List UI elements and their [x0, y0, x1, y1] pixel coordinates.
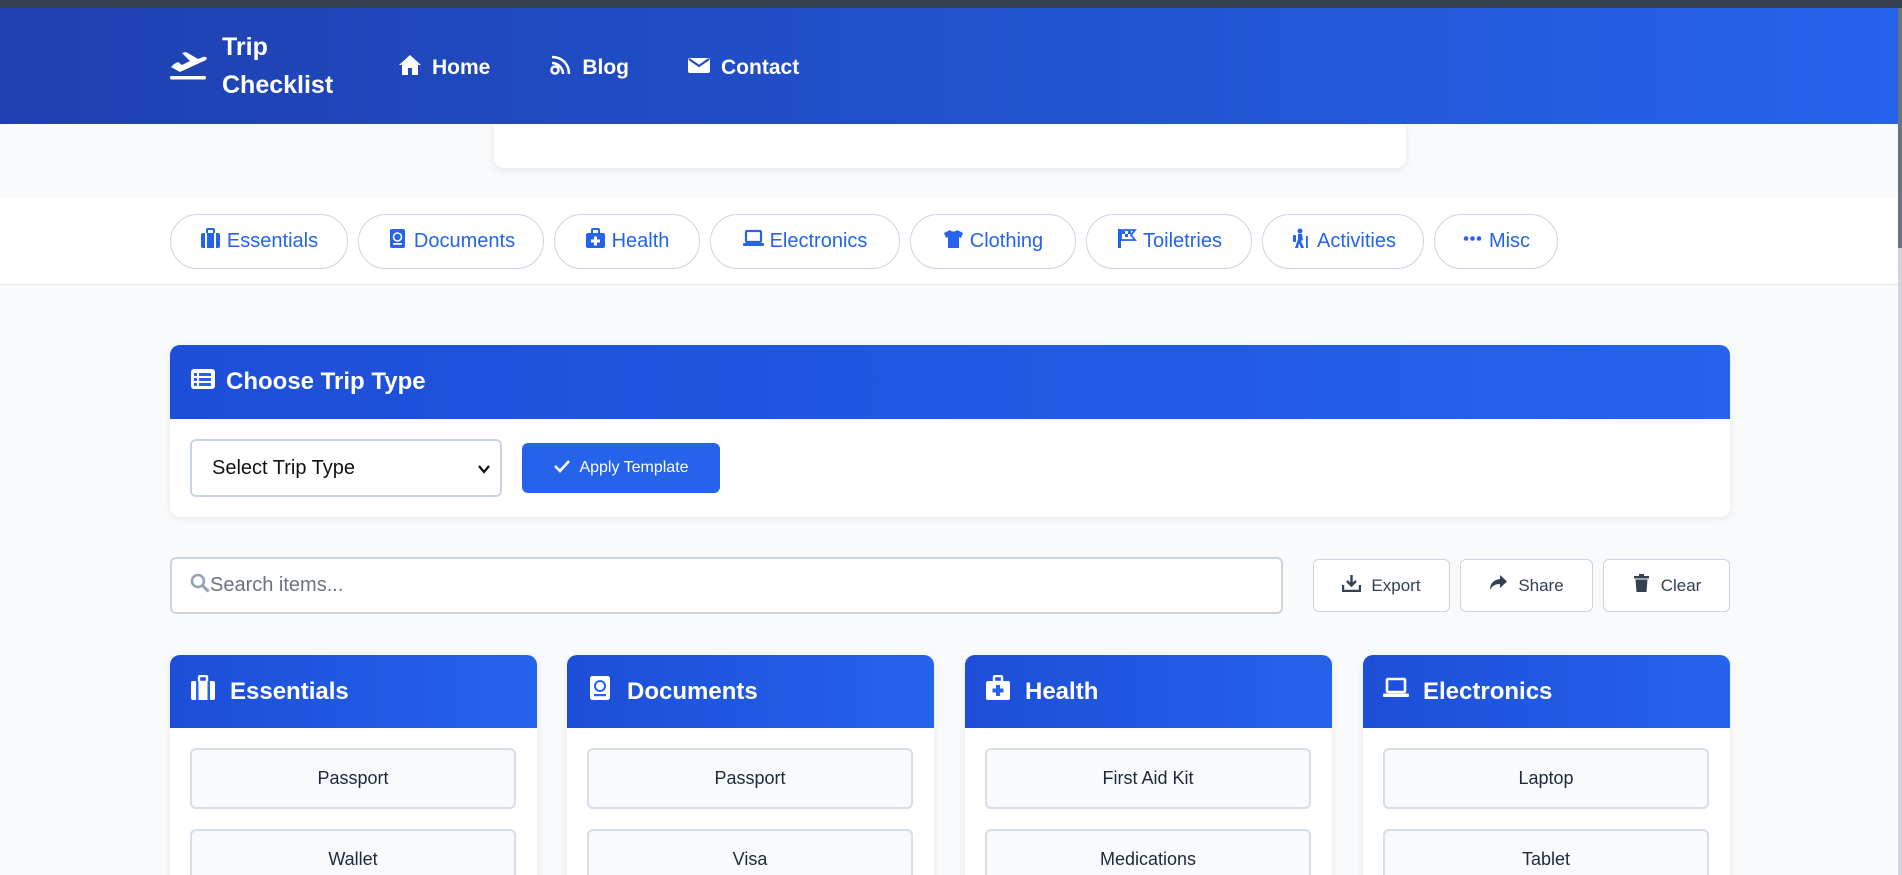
shirt-icon	[943, 228, 970, 255]
category-card-header: Electronics	[1363, 655, 1730, 728]
category-pill-activities[interactable]: Activities	[1262, 214, 1424, 269]
checklist-item[interactable]: First Aid Kit	[985, 748, 1311, 809]
browser-top-strip	[0, 0, 1902, 8]
category-filter-bar: Essentials Documents Health Electronics …	[0, 198, 1898, 285]
checklist-item[interactable]: Visa	[587, 829, 913, 875]
category-card-title: Essentials	[230, 677, 349, 705]
checklist-item[interactable]: Passport	[587, 748, 913, 809]
trip-type-title: Choose Trip Type	[226, 368, 426, 395]
category-pill-label: Essentials	[226, 230, 319, 252]
category-pill-electronics[interactable]: Electronics	[710, 214, 900, 269]
download-icon	[1342, 574, 1371, 597]
category-pill-documents[interactable]: Documents	[358, 214, 544, 269]
category-card-documents: Documents Passport Visa	[567, 655, 934, 875]
category-pill-health[interactable]: Health	[554, 214, 700, 269]
nav-blog-label: Blog	[582, 56, 630, 79]
category-pill-label: Toiletries	[1143, 230, 1222, 252]
brand-name: Trip Checklist	[222, 33, 334, 99]
trip-type-card: Choose Trip Type Select Trip Type Apply …	[170, 345, 1730, 517]
hiking-icon	[1290, 228, 1317, 255]
apply-template-label: Apply Template	[579, 459, 689, 476]
ellipsis-icon	[1462, 228, 1489, 255]
toiletries-icon	[1116, 228, 1143, 255]
nav-contact-link[interactable]: Contact	[687, 54, 799, 82]
share-button[interactable]: Share	[1460, 559, 1593, 612]
list-icon	[190, 368, 226, 397]
check-icon	[553, 458, 579, 479]
search-input[interactable]	[210, 565, 1260, 606]
passport-icon	[387, 228, 414, 255]
trip-type-header: Choose Trip Type	[170, 345, 1730, 419]
hero-card-bottom	[494, 124, 1406, 168]
clear-button[interactable]: Clear	[1603, 559, 1730, 612]
search-icon	[190, 573, 210, 598]
apply-template-button[interactable]: Apply Template	[522, 443, 720, 493]
category-pill-label: Clothing	[969, 230, 1044, 252]
trip-type-select-value: Select Trip Type	[212, 456, 356, 479]
nav-home-label: Home	[432, 56, 491, 79]
blog-icon	[548, 54, 582, 82]
trip-type-select[interactable]: Select Trip Type	[190, 439, 502, 497]
share-label: Share	[1518, 575, 1564, 595]
plane-departure-icon	[168, 47, 222, 86]
search-box[interactable]	[170, 557, 1283, 614]
checklist-item[interactable]: Wallet	[190, 829, 516, 875]
category-pill-label: Health	[611, 230, 670, 252]
top-navbar: Trip Checklist Home Blog Contact	[0, 8, 1898, 124]
category-card-electronics: Electronics Laptop Tablet	[1363, 655, 1730, 875]
category-pill-clothing[interactable]: Clothing	[910, 214, 1076, 269]
export-button[interactable]: Export	[1313, 559, 1450, 612]
laptop-icon	[1383, 675, 1423, 708]
suitcase-icon	[190, 674, 230, 708]
category-card-header: Essentials	[170, 655, 537, 728]
laptop-icon	[742, 228, 770, 255]
brand[interactable]: Trip Checklist	[168, 28, 342, 104]
nav-home-link[interactable]: Home	[398, 54, 490, 82]
nav-contact-label: Contact	[721, 56, 800, 79]
category-card-header: Health	[965, 655, 1332, 728]
medkit-icon	[585, 228, 612, 255]
checklist-item[interactable]: Tablet	[1383, 829, 1709, 875]
category-pill-label: Activities	[1317, 230, 1396, 252]
category-card-health: Health First Aid Kit Medications	[965, 655, 1332, 875]
checklist-item[interactable]: Passport	[190, 748, 516, 809]
category-card-header: Documents	[567, 655, 934, 728]
trash-icon	[1632, 574, 1661, 597]
category-pill-essentials[interactable]: Essentials	[170, 214, 348, 269]
suitcase-icon	[200, 228, 227, 255]
share-icon	[1489, 574, 1518, 597]
passport-icon	[587, 675, 627, 708]
category-pill-toiletries[interactable]: Toiletries	[1086, 214, 1252, 269]
envelope-icon	[687, 54, 721, 82]
category-pill-label: Electronics	[769, 230, 868, 252]
checklist-item[interactable]: Medications	[985, 829, 1311, 875]
category-pill-label: Misc	[1488, 230, 1531, 252]
medkit-icon	[985, 674, 1025, 708]
category-card-title: Health	[1025, 677, 1099, 705]
clear-label: Clear	[1660, 575, 1702, 595]
category-pill-misc[interactable]: Misc	[1434, 214, 1558, 269]
export-label: Export	[1371, 575, 1421, 595]
category-card-title: Documents	[627, 677, 758, 705]
chevron-down-icon	[476, 460, 492, 476]
home-icon	[398, 54, 432, 82]
category-pill-label: Documents	[413, 230, 516, 252]
nav-blog-link[interactable]: Blog	[548, 54, 629, 82]
category-card-essentials: Essentials Passport Wallet	[170, 655, 537, 875]
checklist-item[interactable]: Laptop	[1383, 748, 1709, 809]
category-card-title: Electronics	[1423, 677, 1553, 705]
nav-links: Home Blog Contact	[398, 54, 857, 82]
page-scrollbar-thumb[interactable]	[1898, 8, 1902, 248]
